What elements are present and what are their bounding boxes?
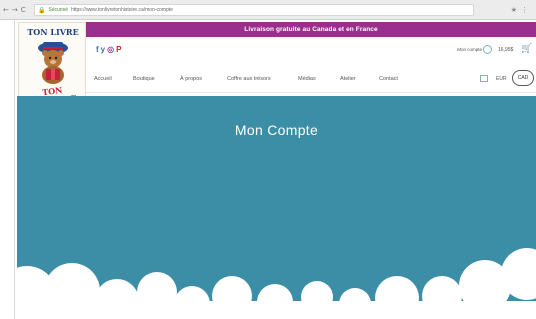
nav-item-contact[interactable]: Contact xyxy=(379,76,398,82)
my-account-link[interactable]: Mon compte xyxy=(457,47,482,52)
logo-line-1: TON LIVRE xyxy=(27,27,79,37)
browser-chrome: ← → C 🔒 Sécurisé https://www.tonlivreton… xyxy=(0,0,536,20)
promo-banner-text: Livraison gratuite au Canada et en Franc… xyxy=(244,26,378,33)
nav-item-atelier[interactable]: Atelier xyxy=(340,76,356,82)
browser-extensions: ★ ⋮ xyxy=(511,5,528,15)
currency-eur[interactable]: EUR xyxy=(496,76,507,82)
browser-menu-icon[interactable]: ⋮ xyxy=(521,5,528,15)
reload-icon[interactable]: C xyxy=(21,5,26,15)
instagram-icon[interactable]: ◎ xyxy=(107,45,114,55)
forward-arrow-icon[interactable]: → xyxy=(12,5,18,15)
promo-banner: Livraison gratuite au Canada et en Franc… xyxy=(86,22,536,37)
facebook-icon[interactable]: f xyxy=(96,45,99,55)
lock-icon: 🔒 xyxy=(38,6,46,14)
twitter-icon[interactable]: y xyxy=(101,45,105,55)
nav-item-medias[interactable]: Médias xyxy=(298,76,316,82)
currency-flag-icon[interactable] xyxy=(480,75,488,82)
browser-nav: ← → C xyxy=(3,5,26,15)
bookmark-star-icon[interactable]: ★ xyxy=(511,5,517,15)
currency-cad-button[interactable]: CAD xyxy=(512,70,534,86)
back-arrow-icon[interactable]: ← xyxy=(3,5,9,15)
pinterest-icon[interactable]: P xyxy=(116,45,121,55)
bear-mascot-icon xyxy=(38,42,68,84)
page-hero: Mon Compte xyxy=(17,96,536,319)
nav-item-coffre[interactable]: Coffre aux trésors xyxy=(227,76,271,82)
social-links: f y ◎ P xyxy=(96,45,121,55)
clouds-decoration xyxy=(17,248,536,319)
cart-total[interactable]: 16,95$ xyxy=(498,47,513,53)
secure-label: Sécurisé xyxy=(48,7,68,13)
nav-item-a-propos[interactable]: À propos xyxy=(180,76,202,82)
user-icon[interactable] xyxy=(483,45,492,54)
left-margin xyxy=(0,20,17,319)
nav-item-accueil[interactable]: Accueil xyxy=(94,76,112,82)
address-bar[interactable]: 🔒 Sécurisé https://www.tonlivretonhistoi… xyxy=(34,4,474,16)
url-text[interactable]: https://www.tonlivretonhistoire.ca/mon-c… xyxy=(71,7,173,13)
cart-icon[interactable]: 🛒 xyxy=(521,44,532,54)
header-divider xyxy=(86,92,536,93)
nav-item-boutique[interactable]: Boutique xyxy=(133,76,155,82)
